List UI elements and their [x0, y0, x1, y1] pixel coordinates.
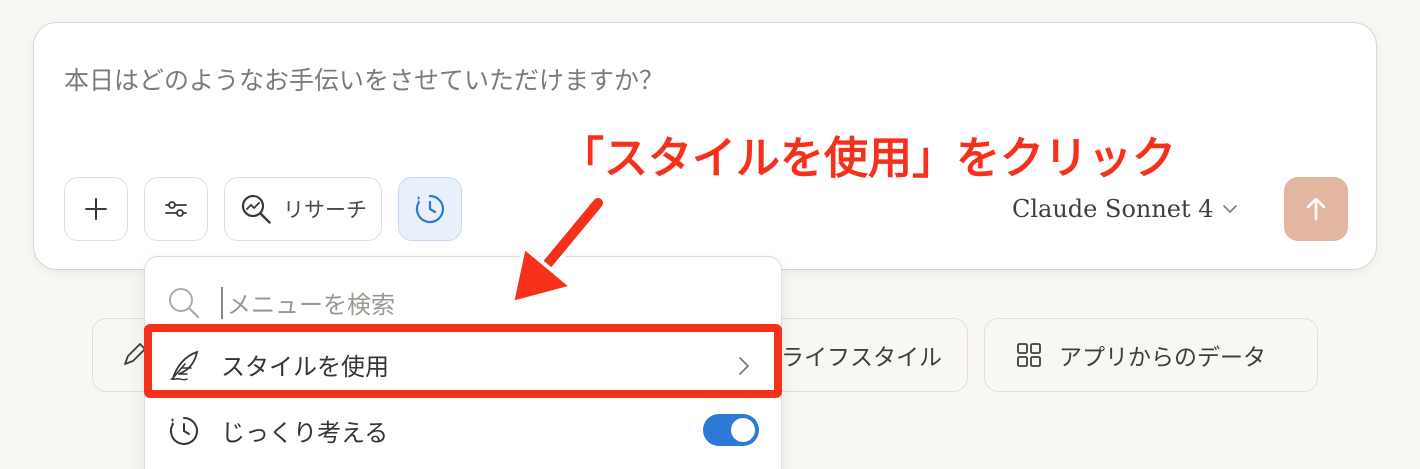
tools-button[interactable] [144, 177, 208, 241]
research-label: リサーチ [283, 198, 367, 222]
research-icon [241, 194, 271, 224]
clock-icon [415, 194, 445, 224]
menu-search-input[interactable]: メニューを検索 [227, 285, 395, 320]
extended-thinking-toggle[interactable] [703, 414, 759, 446]
add-attachment-button[interactable] [64, 177, 128, 241]
annotation-arrow [510, 195, 607, 305]
menu-item-extended-thinking[interactable]: じっくり考える [167, 413, 388, 448]
send-button[interactable] [1284, 177, 1348, 241]
research-button[interactable]: リサーチ [224, 177, 382, 241]
menu-item-label: じっくり考える [221, 419, 389, 447]
sliders-icon [165, 201, 187, 217]
extended-thinking-button[interactable] [398, 177, 462, 241]
message-input[interactable]: 本日はどのようなお手伝いをさせていただけますか？ [64, 61, 664, 97]
search-icon [169, 287, 200, 318]
suggestion-label: ライフスタイル [781, 345, 942, 371]
chevron-down-icon [1222, 205, 1237, 214]
grid-icon [1017, 343, 1041, 367]
suggestion-label: アプリからのデータ [1059, 345, 1266, 371]
arrow-up-icon [1306, 197, 1326, 221]
suggestion-chip-app-data[interactable]: アプリからのデータ [984, 318, 1318, 392]
annotation-highlight-box [144, 324, 782, 398]
toggle-knob [731, 418, 755, 442]
model-name: Claude Sonnet 4 [1012, 195, 1214, 223]
menu-search[interactable]: メニューを検索 [167, 285, 395, 320]
text-caret [221, 286, 223, 319]
model-selector[interactable]: Claude Sonnet 4 [1012, 195, 1238, 223]
annotation-label: 「スタイルを使用」をクリック [560, 133, 1176, 184]
plus-icon [85, 198, 107, 220]
clock-icon [169, 416, 198, 445]
